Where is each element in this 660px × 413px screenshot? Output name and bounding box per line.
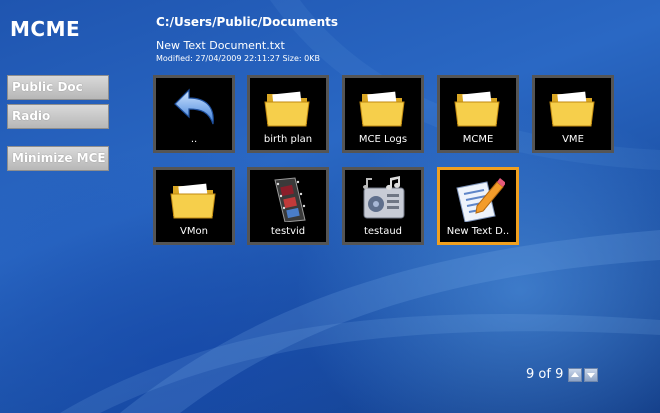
folder-icon xyxy=(549,91,595,127)
arrow-down-icon xyxy=(587,373,595,378)
minimize-mce-button[interactable]: Minimize MCE xyxy=(7,146,109,171)
selected-file-meta: Modified: 27/04/2009 22:11:27 Size: 0KB xyxy=(156,54,320,63)
file-tile-vme[interactable]: VME xyxy=(532,75,614,153)
file-tile-vmon[interactable]: VMon xyxy=(153,167,235,245)
tile-label: testaud xyxy=(363,226,403,237)
file-tile-parent[interactable]: .. xyxy=(153,75,235,153)
file-tile-mce-logs[interactable]: MCE Logs xyxy=(342,75,424,153)
file-tile-testaud[interactable]: testaud xyxy=(342,167,424,245)
selected-file-name: New Text Document.txt xyxy=(156,39,285,52)
tile-label: birth plan xyxy=(263,134,313,145)
tile-label: testvid xyxy=(270,226,306,237)
arrow-up-icon xyxy=(571,372,579,377)
file-tile-new-text-document[interactable]: New Text D.. xyxy=(437,167,519,245)
folder-icon xyxy=(359,91,405,127)
app-title: MCME xyxy=(10,17,81,41)
page-down-button[interactable] xyxy=(584,368,598,382)
file-tile-birth-plan[interactable]: birth plan xyxy=(247,75,329,153)
file-tile-mcme[interactable]: MCME xyxy=(437,75,519,153)
text-document-icon xyxy=(456,178,505,222)
tile-label: New Text D.. xyxy=(446,226,510,237)
folder-icon xyxy=(170,183,216,219)
tile-label: MCE Logs xyxy=(358,134,408,145)
page-indicator: 9 of 9 xyxy=(526,367,564,382)
tile-label: MCME xyxy=(462,134,494,145)
radio-button[interactable]: Radio xyxy=(7,104,109,129)
tile-label: VME xyxy=(562,134,584,145)
page-up-button[interactable] xyxy=(568,368,582,382)
folder-icon xyxy=(264,91,310,127)
file-tile-testvid[interactable]: testvid xyxy=(247,167,329,245)
tile-label: VMon xyxy=(180,226,208,237)
video-file-icon xyxy=(274,177,306,222)
current-path: C:/Users/Public/Documents xyxy=(156,15,339,29)
audio-file-icon xyxy=(363,176,405,219)
background-swoosh xyxy=(60,0,660,413)
back-arrow-icon xyxy=(174,88,214,125)
public-doc-button[interactable]: Public Doc xyxy=(7,75,109,100)
tile-label: .. xyxy=(190,134,198,145)
folder-icon xyxy=(454,91,500,127)
